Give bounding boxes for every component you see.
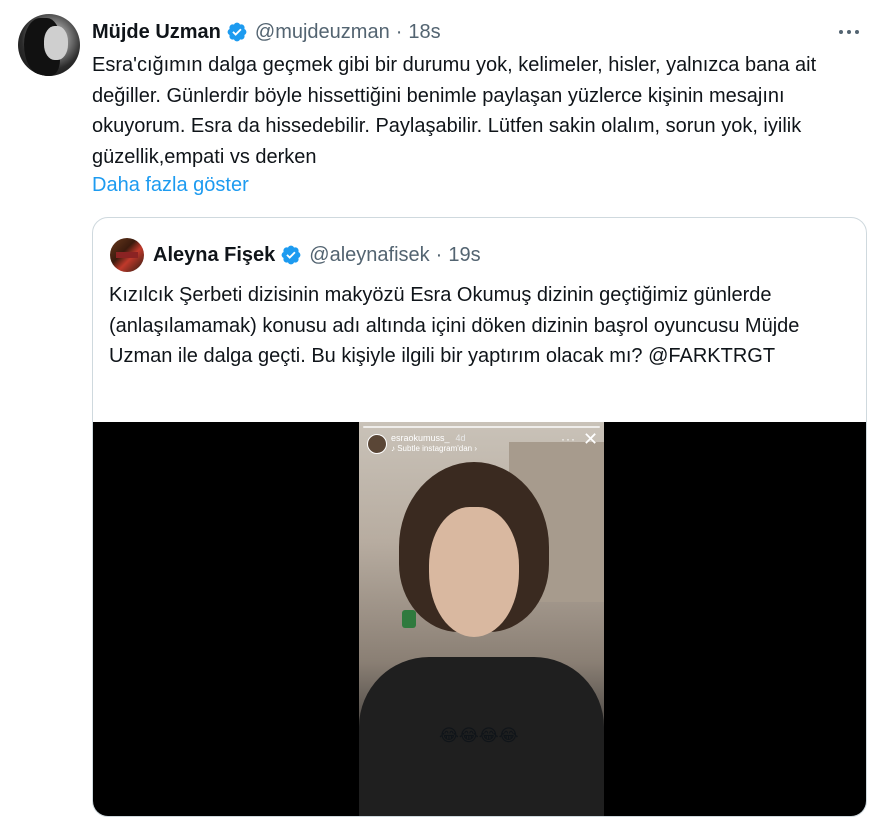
separator-dot: · [435,243,443,266]
story-subtitle: ♪ Subtle instagram'dan › [391,444,478,453]
more-horizontal-icon [847,30,851,34]
author-name[interactable]: Müjde Uzman [92,21,221,44]
quoted-tweet-header: Aleyna Fişek @aleynafisek · 19s [153,240,481,270]
separator-dot: · [395,20,403,43]
more-horizontal-icon [855,30,859,34]
quoted-author-handle[interactable]: @aleynafisek [309,244,429,267]
tweet-time[interactable]: 18s [408,21,440,44]
story-user-line: esraokumuss_ 4d [391,433,466,443]
story-close-icon: ✕ [583,429,599,449]
story-avatar [367,434,387,454]
more-horizontal-icon [839,30,843,34]
tweet-header: Müjde Uzman @mujdeuzman · 18s [92,18,441,46]
story-menu-icon: ··· [561,432,576,446]
verified-badge-icon [227,22,247,42]
story-person-earring [402,610,416,628]
instagram-story-frame: esraokumuss_ 4d ♪ Subtle instagram'dan › … [359,422,604,816]
quoted-tweet-time[interactable]: 19s [448,244,480,267]
author-avatar[interactable] [18,14,80,76]
story-person-face [429,507,519,637]
story-age: 4d [455,433,466,443]
story-progress-bar [363,426,600,428]
quoted-author-avatar[interactable] [110,238,144,272]
verified-badge-icon [281,245,301,265]
show-more-link[interactable]: Daha fazla göster [92,170,249,200]
quoted-tweet[interactable]: Aleyna Fişek @aleynafisek · 19s Kızılcık… [92,217,867,817]
avatar-face [44,26,68,60]
story-username: esraokumuss_ [391,433,450,443]
quoted-author-name[interactable]: Aleyna Fişek [153,244,275,267]
tweet-text: Esra'cığımın dalga geçmek gibi bir durum… [92,54,817,168]
video-media[interactable]: esraokumuss_ 4d ♪ Subtle instagram'dan › … [93,422,866,816]
story-emoji-sticker: 😂😂😂😂 [439,726,519,745]
author-handle[interactable]: @mujdeuzman [255,21,390,44]
quoted-tweet-text: Kızılcık Şerbeti dizisinin makyözü Esra … [109,284,800,367]
more-options-button[interactable] [835,20,863,44]
